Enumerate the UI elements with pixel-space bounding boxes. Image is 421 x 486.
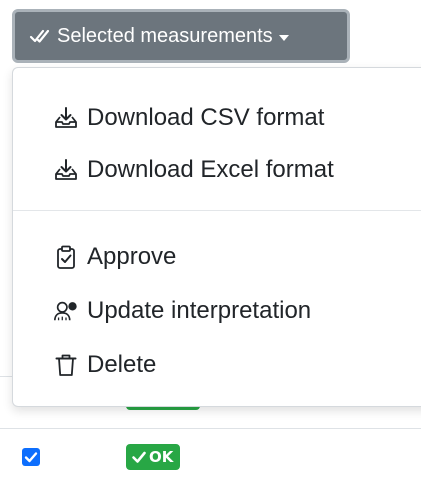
user-edit-icon xyxy=(53,298,79,324)
table-row[interactable]: OK xyxy=(0,428,421,486)
download-excel-menu-item[interactable]: Download Excel format xyxy=(13,144,421,196)
row-checkbox[interactable] xyxy=(22,448,40,466)
menu-divider xyxy=(13,210,421,211)
dropdown-button-label: Selected measurements xyxy=(57,24,273,47)
dropdown-menu: Download CSV format Download Excel forma… xyxy=(12,67,421,407)
check-icon xyxy=(132,451,146,463)
status-badge-text: OK xyxy=(149,448,174,466)
caret-down-icon xyxy=(278,35,289,41)
status-badge: OK xyxy=(126,444,181,470)
selected-measurements-dropdown-button[interactable]: Selected measurements xyxy=(12,9,350,63)
update-interpretation-label: Update interpretation xyxy=(87,297,312,324)
checkmark-icon xyxy=(24,452,38,463)
download-tray-icon xyxy=(53,105,79,131)
delete-label: Delete xyxy=(87,351,157,378)
download-csv-menu-item[interactable]: Download CSV format xyxy=(13,92,421,144)
approve-menu-item[interactable]: Approve xyxy=(13,231,421,283)
download-excel-label: Download Excel format xyxy=(87,156,334,183)
trash-icon xyxy=(53,352,79,378)
download-csv-label: Download CSV format xyxy=(87,104,325,131)
approve-label: Approve xyxy=(87,243,177,270)
download-tray-icon xyxy=(53,157,79,183)
clipboard-check-icon xyxy=(53,244,79,270)
update-interpretation-menu-item[interactable]: Update interpretation xyxy=(13,285,421,337)
screen: OK OK Selected measurements xyxy=(0,0,421,486)
delete-menu-item[interactable]: Delete xyxy=(13,339,421,391)
double-check-icon xyxy=(29,25,51,47)
